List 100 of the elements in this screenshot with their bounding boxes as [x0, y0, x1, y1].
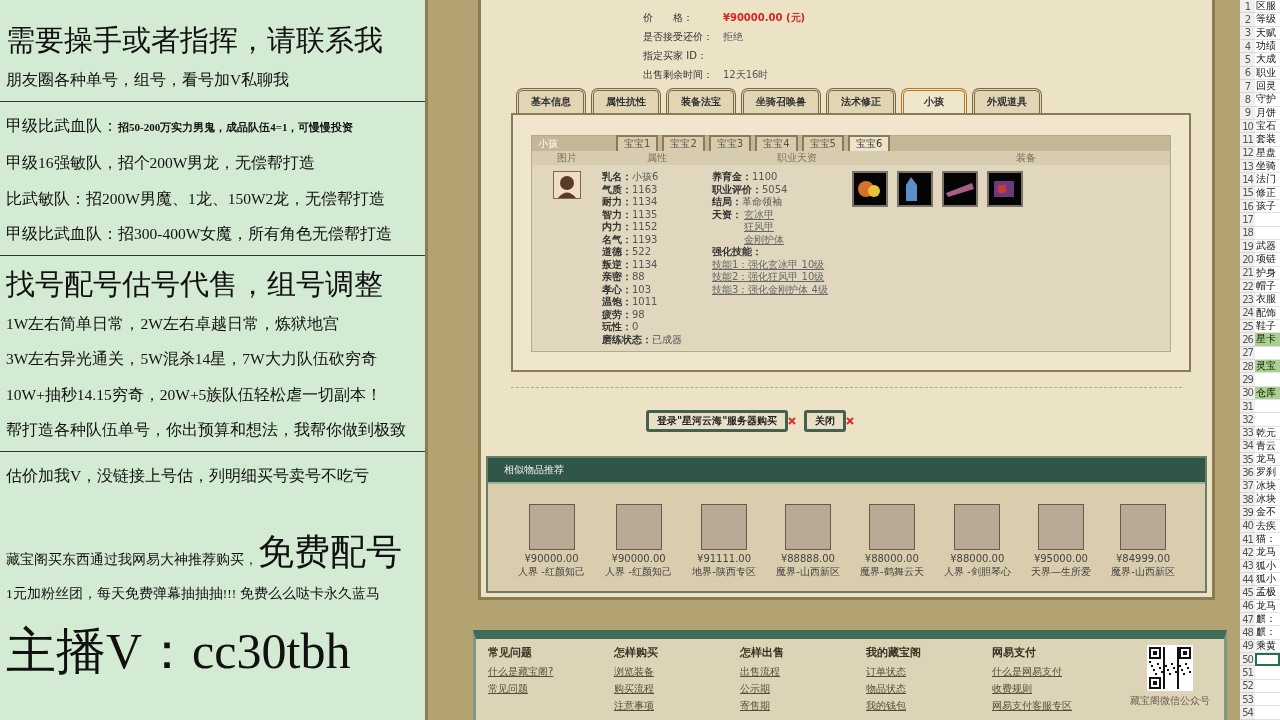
subtab[interactable]: 宝宝2	[662, 135, 705, 151]
action-button[interactable]: 登录"星河云海"服务器购买	[646, 410, 789, 432]
column-header: 图片	[556, 151, 578, 165]
sheet-cell[interactable]: 星卡	[1255, 333, 1280, 347]
equipment-icon	[897, 171, 933, 207]
action-button[interactable]: 关闭	[804, 410, 847, 432]
sheet-cell[interactable]: 法门	[1255, 173, 1280, 187]
row-number: 41	[1240, 533, 1255, 547]
portrait-placeholder[interactable]	[868, 504, 915, 550]
tab[interactable]: 基本信息	[516, 88, 586, 113]
sheet-cell[interactable]: 孩子	[1255, 199, 1280, 214]
sheet-cell[interactable]: 回灵	[1255, 79, 1280, 94]
sheet-cell[interactable]: 配饰	[1255, 306, 1280, 320]
sheet-cell[interactable]: 龙马	[1255, 453, 1280, 467]
sheet-cell[interactable]: 龙马	[1255, 546, 1280, 560]
skill-link[interactable]: 技能1：强化玄冰甲 10级	[712, 258, 852, 271]
tab[interactable]: 属性抗性	[591, 88, 661, 113]
tab[interactable]: 坐骑召唤兽	[741, 88, 821, 113]
subtab[interactable]: 宝宝3	[708, 135, 752, 151]
portrait-placeholder[interactable]	[528, 504, 575, 550]
skill-link[interactable]: 技能2：强化狂风甲 10级	[712, 271, 852, 284]
footer-link[interactable]: 收费规则	[992, 682, 1118, 696]
sheet-cell[interactable]: 天赋	[1255, 26, 1280, 40]
server-name: 魔界-山西新区	[776, 565, 840, 578]
sheet-cell[interactable]: 坐骑	[1255, 159, 1280, 174]
footer-link[interactable]: 寄售期	[740, 699, 866, 713]
skill-link[interactable]: 技能3：强化金刚护体 4级	[712, 283, 852, 296]
sheet-cell[interactable]: 狐小	[1255, 559, 1280, 574]
sheet-cell[interactable]: 龙马	[1255, 599, 1280, 614]
sheet-cell[interactable]: 乘黄	[1255, 639, 1280, 654]
sheet-cell[interactable]: 功绩	[1255, 40, 1280, 54]
subtab[interactable]: 宝宝6	[847, 135, 891, 151]
sheet-cell[interactable]: 青云	[1255, 439, 1280, 454]
sheet-cell[interactable]: 麒：	[1255, 613, 1280, 627]
footer-link[interactable]: 公示期	[740, 682, 866, 696]
row-number: 50	[1240, 653, 1255, 667]
sheet-cell[interactable]: 乾元	[1255, 426, 1280, 440]
sheet-cell[interactable]: 帽子	[1255, 279, 1280, 294]
footer-link[interactable]: 常见问题	[488, 682, 614, 696]
sheet-cell[interactable]: 守护	[1255, 93, 1280, 107]
footer-link[interactable]: 出售流程	[740, 665, 866, 679]
footer-link[interactable]: 浏览装备	[614, 665, 740, 679]
sheet-cell[interactable]: 套装	[1255, 133, 1280, 147]
sheet-cell[interactable]: 冰块	[1255, 493, 1280, 507]
column-header: 职业天资	[776, 151, 818, 165]
sheet-cell[interactable]: 项链	[1255, 253, 1280, 267]
sheet-cell[interactable]: 大成	[1255, 53, 1280, 67]
sheet-cell[interactable]: 星盘	[1255, 146, 1280, 160]
sheet-cell[interactable]: 金不	[1255, 506, 1280, 520]
sheet-cell[interactable]: 区服	[1255, 0, 1280, 14]
subtab[interactable]: 宝宝5	[801, 135, 844, 151]
server-name: 人界 -剑胆琴心	[943, 565, 1011, 578]
column-header: 属性	[646, 151, 668, 165]
sheet-cell[interactable]: 月饼	[1255, 106, 1280, 120]
footer-link[interactable]: 网易支付客服专区	[992, 699, 1118, 713]
subtab[interactable]: 宝宝4	[755, 135, 798, 151]
sheet-cell[interactable]: 武器	[1255, 239, 1280, 254]
tab[interactable]: 法术修正	[826, 88, 896, 113]
talent-link[interactable]: 玄冰甲	[744, 208, 784, 221]
portrait-placeholder[interactable]	[615, 504, 662, 550]
footer-link[interactable]: 什么是藏宝阁?	[488, 665, 614, 679]
footer-link[interactable]: 购买流程	[614, 682, 740, 696]
promo-text: 藏宝阁买东西通过我网易大神推荐购买，	[6, 551, 258, 569]
footer-link[interactable]: 物品状态	[866, 682, 992, 696]
portrait-placeholder[interactable]	[1120, 504, 1166, 550]
sheet-cell[interactable]: 去疾	[1255, 519, 1280, 534]
sheet-cell[interactable]: 修正	[1255, 186, 1280, 200]
footer-link[interactable]: 订单状态	[866, 665, 992, 679]
footer-heading: 怎样出售	[740, 645, 785, 660]
footer-link[interactable]: 我的钱包	[866, 699, 992, 713]
sheet-cell[interactable]: 宝石	[1255, 119, 1280, 134]
sheet-cell[interactable]: 冰块	[1255, 479, 1280, 494]
sheet-cell[interactable]: 罗刹	[1255, 466, 1280, 480]
detail-text: 职业评价：5054	[712, 183, 789, 196]
talent-link[interactable]: 狂风甲	[744, 221, 784, 234]
sheet-cell[interactable]	[1255, 653, 1280, 667]
portrait-placeholder[interactable]	[701, 504, 748, 550]
sheet-cell[interactable]: 麒：	[1255, 626, 1280, 640]
sheet-cell[interactable]: 等级	[1255, 13, 1280, 27]
footer-link[interactable]: 什么是网易支付	[992, 665, 1118, 679]
sheet-cell[interactable]: 狐小	[1255, 573, 1280, 587]
tab[interactable]: 小孩	[901, 88, 967, 113]
promo-text: 10W+抽秒14.15穷奇，20W+5族队伍轻松虐一切副本！	[6, 384, 383, 405]
talent-link[interactable]: 金刚护体	[744, 233, 784, 246]
sheet-cell[interactable]: 猫：	[1255, 533, 1280, 547]
row-number: 45	[1240, 586, 1255, 600]
tab[interactable]: 外观道具	[972, 88, 1042, 113]
footer-link[interactable]: 注意事项	[614, 699, 740, 713]
portrait-placeholder[interactable]	[784, 504, 831, 550]
portrait-placeholder[interactable]	[1037, 504, 1084, 550]
sheet-cell[interactable]: 护身	[1255, 266, 1280, 280]
sheet-cell[interactable]: 职业	[1255, 66, 1280, 80]
subtab[interactable]: 宝宝1	[616, 135, 659, 151]
sheet-cell[interactable]: 孟极	[1255, 586, 1280, 600]
attribute-text: 气质：1163	[602, 183, 659, 196]
sheet-cell[interactable]: 衣服	[1255, 293, 1280, 307]
row-number: 23	[1240, 293, 1255, 307]
tab[interactable]: 装备法宝	[666, 88, 736, 113]
talent-label: 天资：	[712, 208, 742, 222]
portrait-placeholder[interactable]	[954, 504, 1001, 550]
